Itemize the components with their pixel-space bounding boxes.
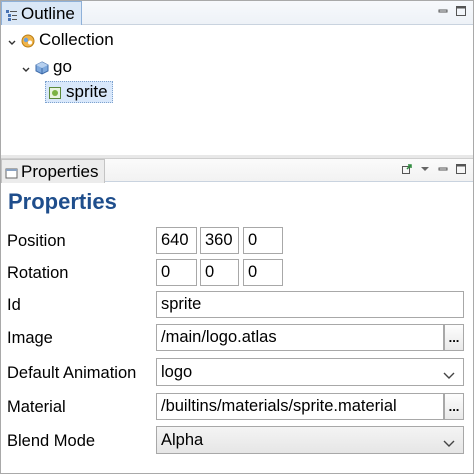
rotation-label: Rotation [7, 264, 69, 282]
properties-form: Properties Position 640 360 0 Rotation 0… [1, 183, 473, 473]
minimize-icon[interactable] [437, 162, 449, 174]
rotation-y-field[interactable]: 0 [200, 259, 239, 286]
chevron-down-icon [443, 435, 455, 447]
image-label: Image [7, 329, 53, 347]
tree-item-collection[interactable]: Collection [6, 29, 114, 51]
tab-outline-label: Outline [21, 3, 75, 23]
sprite-icon [48, 85, 62, 99]
properties-view-tools [401, 162, 467, 174]
material-field[interactable]: /builtins/materials/sprite.material [156, 393, 444, 420]
position-y-field[interactable]: 360 [200, 227, 239, 254]
blend-mode-combo[interactable]: Alpha [156, 426, 464, 454]
rotation-x-field[interactable]: 0 [156, 259, 197, 286]
position-z-field[interactable]: 0 [243, 227, 283, 254]
maximize-icon[interactable] [455, 162, 467, 174]
material-label: Material [7, 398, 66, 416]
id-label: Id [7, 296, 21, 314]
collection-icon [21, 33, 35, 48]
blend-mode-label: Blend Mode [7, 432, 96, 450]
chevron-down-icon [443, 367, 455, 379]
chevron-down-icon[interactable] [20, 61, 32, 73]
position-label: Position [7, 232, 66, 250]
default-animation-value: logo [161, 362, 193, 381]
default-animation-label: Default Animation [7, 364, 137, 382]
properties-view-icon [5, 165, 18, 179]
blend-mode-value: Alpha [161, 430, 204, 449]
position-x-field[interactable]: 640 [156, 227, 197, 254]
image-browse-button[interactable]: ... [444, 324, 464, 351]
tree-item-sprite[interactable]: sprite [45, 81, 113, 103]
outline-view-header: Outline [1, 1, 473, 25]
rotation-z-field[interactable]: 0 [243, 259, 283, 286]
chevron-down-icon[interactable] [6, 34, 18, 46]
game-object-icon [35, 60, 49, 75]
properties-view-header: Properties [1, 158, 473, 183]
outline-view-icon [5, 7, 18, 21]
tab-properties-label: Properties [21, 161, 99, 181]
tree-item-label: sprite [66, 82, 108, 101]
tree-item-label: Collection [39, 30, 114, 49]
tree-item-label: go [53, 57, 72, 76]
tab-outline[interactable]: Outline [1, 1, 82, 25]
id-field[interactable]: sprite [156, 291, 464, 318]
view-menu-icon[interactable] [419, 162, 431, 174]
properties-title: Properties [8, 189, 117, 214]
outline-tree: Collection go sprite [1, 25, 473, 156]
tab-properties[interactable]: Properties [1, 159, 106, 183]
maximize-icon[interactable] [455, 4, 467, 16]
image-field[interactable]: /main/logo.atlas [156, 324, 444, 351]
minimize-icon[interactable] [437, 4, 449, 16]
default-animation-combo[interactable]: logo [156, 358, 464, 386]
pin-icon[interactable] [401, 162, 413, 174]
material-browse-button[interactable]: ... [444, 393, 464, 420]
outline-view-tools [437, 4, 467, 16]
tree-item-go[interactable]: go [20, 56, 72, 78]
